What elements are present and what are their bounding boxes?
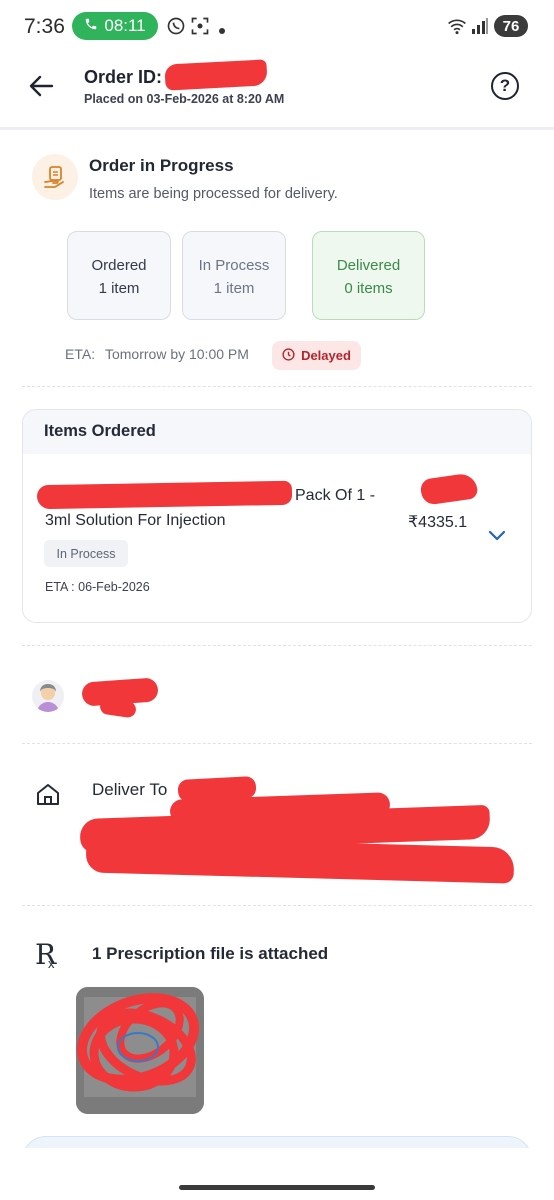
- item-status-badge: In Process: [44, 540, 128, 567]
- order-header: Order ID: Placed on 03-Feb-2026 at 8:20 …: [0, 52, 554, 130]
- item-price: ₹4335.1: [408, 514, 468, 531]
- home-icon: [35, 781, 61, 807]
- help-button[interactable]: ?: [491, 72, 519, 100]
- redaction-mark: [164, 59, 268, 91]
- status-time: 7:36: [24, 15, 65, 38]
- stat-delivered: Delivered 0 items: [312, 231, 425, 320]
- signal-icon: [470, 16, 490, 41]
- progress-subtitle: Items are being processed for delivery.: [89, 186, 338, 202]
- stat-ordered: Ordered 1 item: [67, 231, 171, 320]
- delayed-badge: Delayed: [272, 341, 361, 370]
- divider: [22, 743, 532, 744]
- delayed-text: Delayed: [301, 348, 351, 363]
- system-navigation-bar: [0, 1148, 554, 1200]
- redaction-mark: [85, 836, 515, 884]
- home-gesture-handle[interactable]: [179, 1185, 375, 1190]
- chevron-down-icon[interactable]: [487, 528, 507, 542]
- divider: [22, 645, 532, 646]
- ongoing-call-pill[interactable]: 08:11: [72, 12, 158, 40]
- eta-label: ETA:: [65, 346, 96, 362]
- call-timer: 08:11: [104, 16, 146, 35]
- redaction-mark: [419, 472, 479, 506]
- prescription-rx-icon-x: x: [48, 956, 55, 971]
- screenshot-icon: [190, 16, 210, 41]
- stat-label: Ordered: [91, 257, 147, 274]
- order-placed-date: Placed on 03-Feb-2026 at 8:20 AM: [84, 92, 285, 106]
- prescription-thumbnail[interactable]: [76, 987, 204, 1114]
- back-arrow-icon[interactable]: [27, 72, 55, 100]
- whatsapp-icon: [166, 16, 186, 41]
- stat-label: Delivered: [336, 257, 401, 274]
- divider: [22, 905, 532, 906]
- avatar: [32, 680, 64, 712]
- stat-in-process: In Process 1 item: [182, 231, 286, 320]
- clock-icon: [282, 347, 295, 364]
- progress-title: Order in Progress: [89, 156, 234, 175]
- eta-value: Tomorrow by 10:00 PM: [104, 346, 249, 362]
- battery-indicator: 76: [494, 15, 528, 37]
- notification-dot-icon: [218, 22, 226, 40]
- item-eta: ETA : 06-Feb-2026: [45, 580, 150, 594]
- eta-row: ETA: Tomorrow by 10:00 PM: [65, 346, 249, 362]
- stat-count: 0 items: [344, 280, 393, 297]
- stat-count: 1 item: [98, 280, 140, 297]
- order-progress-icon: [32, 154, 78, 200]
- deliver-to-label: Deliver To: [92, 780, 168, 799]
- stat-count: 1 item: [213, 280, 255, 297]
- divider: [22, 386, 532, 387]
- phone-icon: [84, 16, 98, 36]
- prescription-label: 1 Prescription file is attached: [92, 944, 329, 963]
- redaction-mark: [36, 480, 293, 510]
- stat-label: In Process: [198, 257, 270, 274]
- status-bar: 7:36 08:11 76: [0, 0, 554, 52]
- items-heading: Items Ordered: [23, 410, 531, 454]
- wifi-icon: [447, 16, 467, 41]
- order-id-label: Order ID:: [84, 67, 163, 87]
- items-ordered-card: Items Ordered Pack Of 1 - 3ml Solution F…: [22, 409, 532, 623]
